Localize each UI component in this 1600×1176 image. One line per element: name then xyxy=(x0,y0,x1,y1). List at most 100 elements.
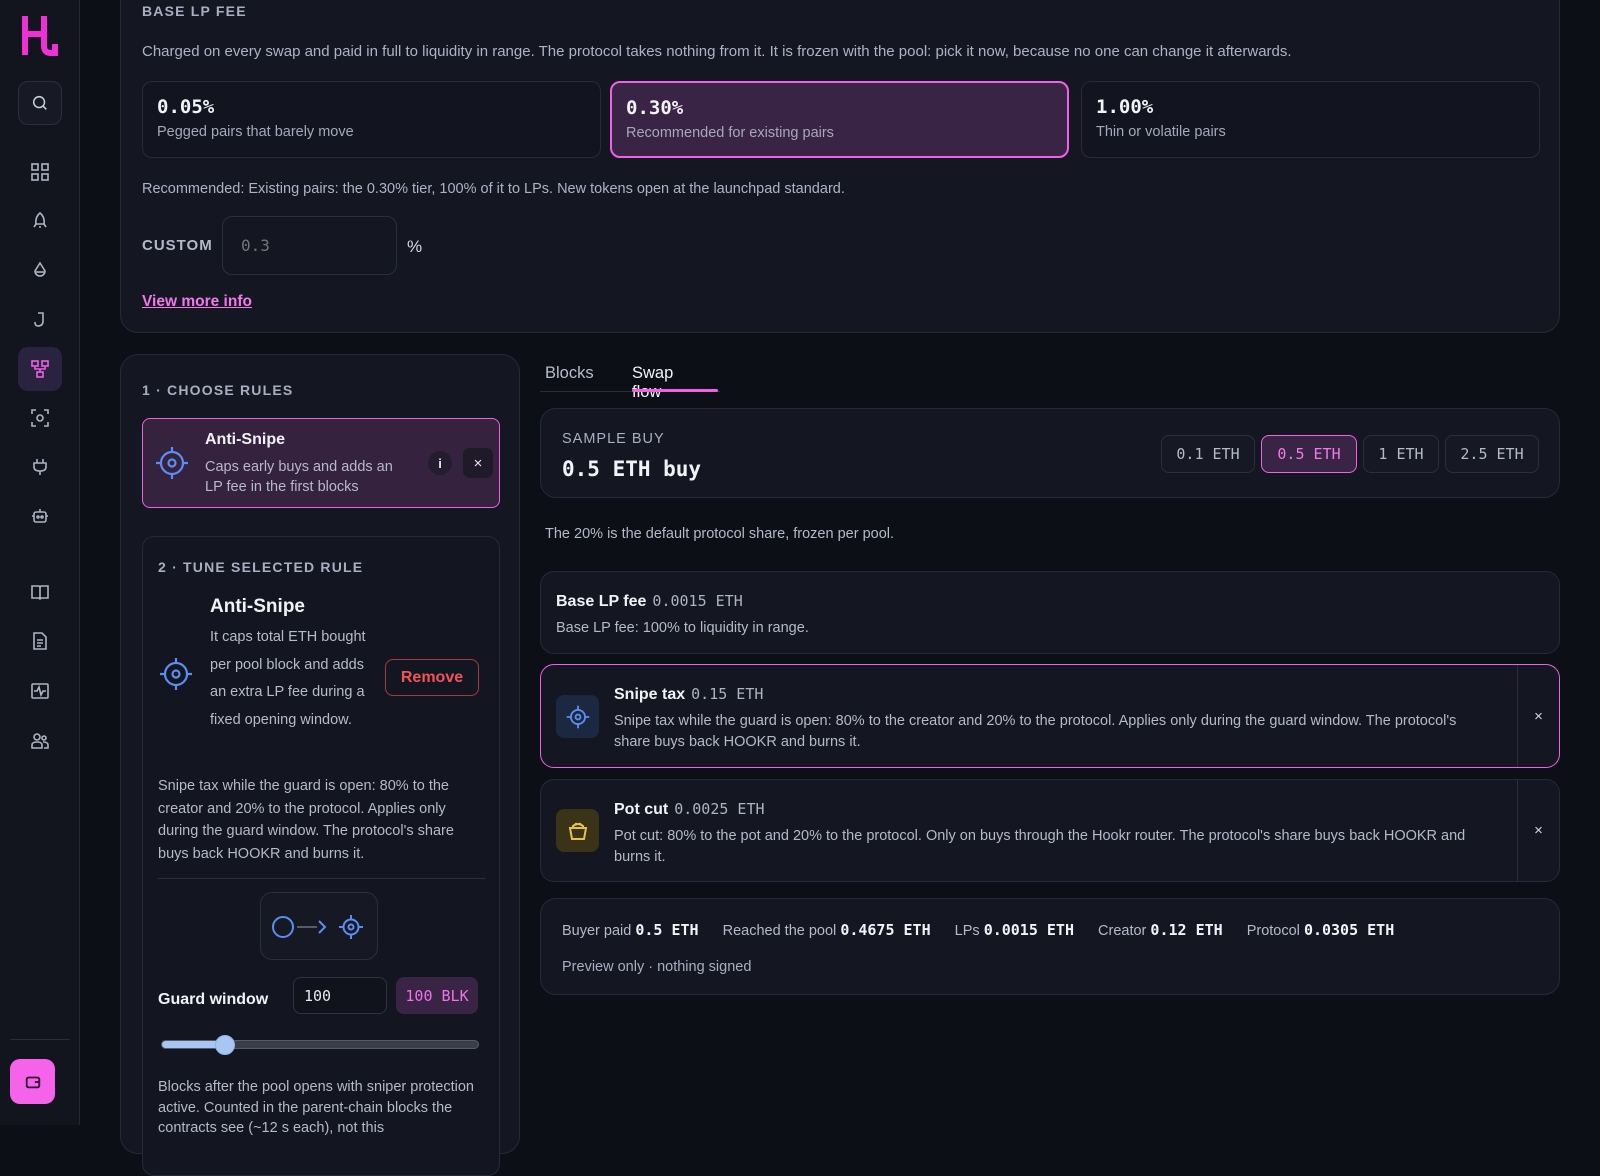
custom-label: CUSTOM xyxy=(142,237,213,254)
tier-percent: 0.30% xyxy=(626,97,684,119)
fee-recommendation: Recommended: Existing pairs: the 0.30% t… xyxy=(142,181,845,197)
slider-thumb[interactable] xyxy=(215,1035,235,1055)
sidebar-item-launchpad[interactable] xyxy=(18,199,62,243)
sidebar-item-hooks[interactable] xyxy=(18,297,62,341)
protocol-value: 0.0305 ETH xyxy=(1303,921,1395,939)
flow-row-title: Base LP fee 0.0015 ETH xyxy=(556,592,743,611)
grid-icon xyxy=(31,163,49,181)
flow-row-text: Pot cut: 80% to the pot and 20% to the p… xyxy=(614,828,1466,865)
remove-rule-button[interactable]: Remove xyxy=(385,659,479,696)
tune-rule-title: 2 · TUNE SELECTED RULE xyxy=(158,559,364,575)
fee-tier-0-30[interactable]: 0.30% Recommended for existing pairs xyxy=(610,81,1069,158)
amount-2-5-eth[interactable]: 2.5 ETH xyxy=(1445,435,1539,473)
fee-tier-1-00[interactable]: 1.00% Thin or volatile pairs xyxy=(1081,81,1540,158)
flow-diagram xyxy=(260,892,378,960)
tune-rule-description: It caps total ETH bought per pool block … xyxy=(210,629,366,728)
tune-rule-name: Anti-Snipe xyxy=(210,596,305,617)
flow-row-title: Pot cut 0.0025 ETH xyxy=(614,800,765,819)
flow-row-text: Snipe tax while the guard is open: 80% t… xyxy=(614,713,1457,750)
wallet-button[interactable] xyxy=(10,1059,55,1104)
guard-window-label: Guard window xyxy=(158,991,269,1008)
search-button[interactable] xyxy=(18,81,62,125)
sidebar-item-liquidity[interactable] xyxy=(18,248,62,292)
rule-info-button[interactable]: i xyxy=(428,451,452,475)
guard-window-badge: 100 BLK xyxy=(396,977,478,1014)
buyer-paid-label: Buyer paid xyxy=(562,923,632,939)
swap-summary-panel: Buyer paid 0.5 ETH Reached the pool 0.46… xyxy=(540,898,1560,995)
sidebar-item-team[interactable] xyxy=(18,719,62,763)
tune-rule-note: Snipe tax while the guard is open: 80% t… xyxy=(158,778,454,862)
tune-rule-card: 2 · TUNE SELECTED RULE Anti-Snipe It cap… xyxy=(142,536,500,1176)
guard-window-note: Blocks after the pool opens with sniper … xyxy=(158,1079,474,1136)
sample-buy-label: SAMPLE BUY xyxy=(562,431,665,447)
tier-subtitle: Recommended for existing pairs xyxy=(626,125,834,141)
remove-pot-cut-button[interactable]: × xyxy=(1517,780,1559,881)
open-to-guard-icon xyxy=(272,915,363,939)
droplet-icon xyxy=(34,261,46,277)
rule-description: Caps early buys and adds an LP fee in th… xyxy=(205,459,393,495)
remove-snipe-tax-button[interactable]: × xyxy=(1517,665,1559,767)
flow-row-base-lp-fee: Base LP fee 0.0015 ETH Base LP fee: 100% … xyxy=(540,571,1560,654)
guard-window-input[interactable]: 100 xyxy=(293,977,387,1014)
lps-label: LPs xyxy=(954,923,980,939)
tab-blocks[interactable]: Blocks xyxy=(545,364,594,383)
summary-line: Buyer paid 0.5 ETH Reached the pool 0.46… xyxy=(562,921,1414,939)
tier-percent: 0.05% xyxy=(157,96,215,118)
sidebar-item-integrations[interactable] xyxy=(18,445,62,489)
section-title: BASE LP FEE xyxy=(142,3,247,19)
sample-buy-value: 0.5 ETH buy xyxy=(562,457,702,481)
sidebar-item-reports[interactable] xyxy=(18,619,62,663)
flow-row-name: Base LP fee xyxy=(556,593,647,610)
sidebar-item-scanner[interactable] xyxy=(18,396,62,440)
protocol-share-note: The 20% is the default protocol share, f… xyxy=(545,526,895,542)
rules-card: 1 · CHOOSE RULES Anti-Snipe Caps early b… xyxy=(120,354,520,1176)
tier-subtitle: Pegged pairs that barely move xyxy=(157,124,354,140)
custom-unit: % xyxy=(407,237,423,256)
rule-chip-anti-snipe[interactable]: Anti-Snipe Caps early buys and adds an L… xyxy=(142,418,500,508)
flow-row-amount: 0.15 ETH xyxy=(691,685,764,703)
base-lp-fee-card: BASE LP FEE Charged on every swap and pa… xyxy=(120,0,1560,333)
crosshair-icon xyxy=(160,658,192,690)
hookr-logo[interactable] xyxy=(22,16,58,56)
wallet-icon xyxy=(25,1076,40,1088)
tab-swap-flow[interactable]: Swap flow xyxy=(632,364,673,402)
sidebar-item-docs[interactable] xyxy=(18,570,62,614)
sidebar-item-builder[interactable] xyxy=(18,347,62,391)
crosshair-icon xyxy=(156,447,188,479)
crosshair-icon-tile xyxy=(556,695,599,738)
sidebar-divider xyxy=(10,1039,70,1040)
amount-0-1-eth[interactable]: 0.1 ETH xyxy=(1161,435,1255,473)
tier-subtitle: Thin or volatile pairs xyxy=(1096,124,1226,140)
fee-description: Charged on every swap and paid in full t… xyxy=(142,43,1292,60)
pot-icon-tile xyxy=(556,809,599,852)
fee-tier-0-05[interactable]: 0.05% Pegged pairs that barely move xyxy=(142,81,601,158)
rule-close-button[interactable]: × xyxy=(463,448,493,478)
reached-pool-label: Reached the pool xyxy=(722,923,837,939)
flow-row-amount: 0.0025 ETH xyxy=(674,800,765,818)
sidebar-item-dashboard[interactable] xyxy=(18,150,62,194)
robot-icon xyxy=(32,509,48,523)
rule-name: Anti-Snipe xyxy=(205,431,285,448)
document-icon xyxy=(33,632,47,650)
tier-percent: 1.00% xyxy=(1096,96,1154,118)
flow-row-pot-cut: Pot cut 0.0025 ETH Pot cut: 80% to the po… xyxy=(540,779,1560,882)
users-icon xyxy=(31,733,49,749)
amount-0-5-eth[interactable]: 0.5 ETH xyxy=(1261,435,1357,473)
activity-icon xyxy=(31,683,49,699)
flow-row-name: Snipe tax xyxy=(614,686,686,703)
sidebar-item-bots[interactable] xyxy=(18,494,62,538)
hook-icon xyxy=(34,312,44,327)
book-icon xyxy=(31,585,49,601)
lps-value: 0.0015 ETH xyxy=(983,921,1074,939)
sample-buy-panel: SAMPLE BUY 0.5 ETH buy 0.1 ETH 0.5 ETH 1… xyxy=(540,408,1560,498)
guard-window-slider[interactable] xyxy=(161,1035,479,1055)
flow-row-amount: 0.0015 ETH xyxy=(652,592,743,610)
amount-1-eth[interactable]: 1 ETH xyxy=(1363,435,1439,473)
flow-row-snipe-tax: Snipe tax 0.15 ETH Snipe tax while the gu… xyxy=(540,664,1560,768)
custom-fee-input[interactable] xyxy=(222,216,397,275)
protocol-label: Protocol xyxy=(1246,923,1300,939)
sidebar-item-activity[interactable] xyxy=(18,669,62,713)
divider xyxy=(158,878,486,879)
view-more-info-link[interactable]: View more info xyxy=(142,293,252,311)
hierarchy-icon xyxy=(31,360,49,378)
